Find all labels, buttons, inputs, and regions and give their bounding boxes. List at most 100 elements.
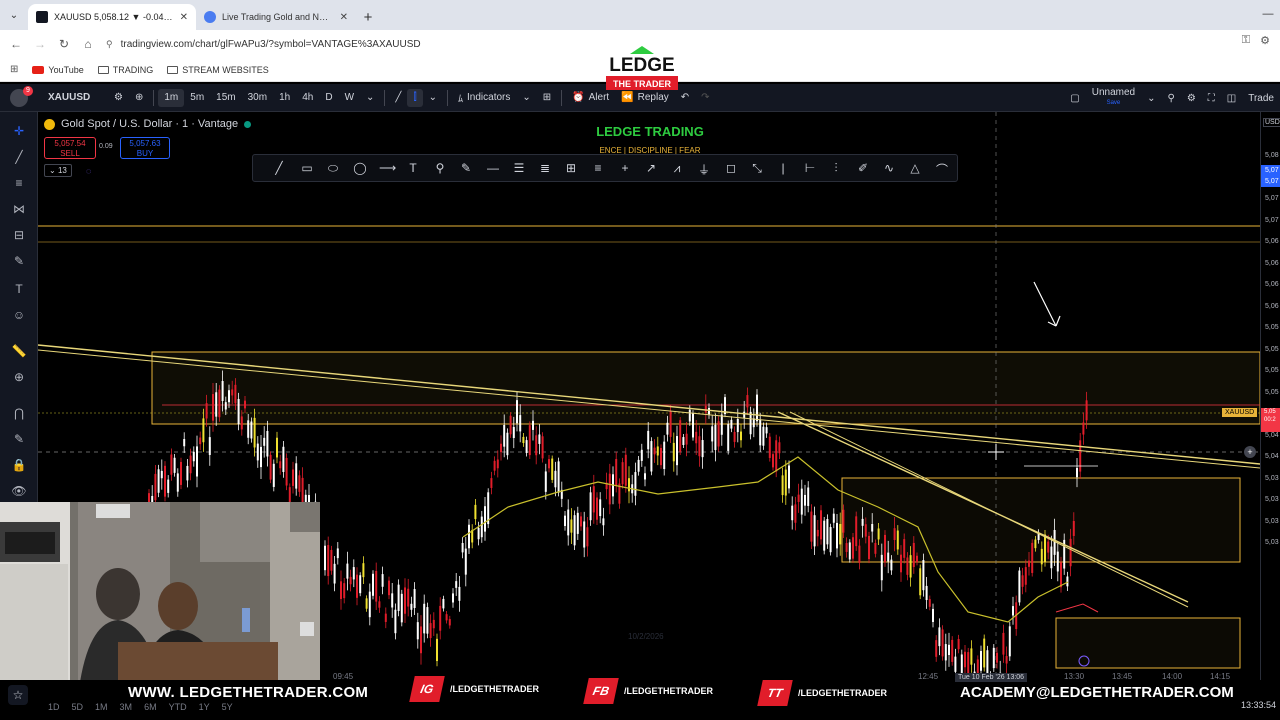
bookmark-youtube[interactable]: YouTube [32,65,84,75]
range-button[interactable]: 3M [120,702,133,712]
interval-w[interactable]: W [339,92,360,103]
emoji-icon[interactable]: ☺ [10,306,28,324]
range-button[interactable]: 6M [144,702,157,712]
brush-icon[interactable]: ✎ [10,252,28,270]
add-alert-icon[interactable]: + [1244,446,1256,458]
zoom-icon[interactable]: ⊕ [10,368,28,386]
ray-tool-icon[interactable]: ⟶ [379,161,396,175]
trade-button[interactable]: Trade [1248,93,1274,104]
compare-icon[interactable]: ⚙ [108,92,129,103]
minimize-icon[interactable]: — [1256,0,1280,28]
interval-30m[interactable]: 30m [242,92,273,103]
avatar[interactable]: 9 [10,85,33,107]
cross-line-icon[interactable]: + [617,161,633,175]
rectangle-tool-icon[interactable]: ▭ [299,161,315,175]
redo-icon[interactable]: ↷ [695,92,715,103]
bookmark-trading[interactable]: TRADING [97,65,153,75]
interval-1m[interactable]: 1m [158,88,185,107]
chevron-down-icon[interactable]: ⌄ [1147,93,1155,104]
indicators-button[interactable]: ﾑ Indicators [452,90,516,105]
settings-icon[interactable]: ⚙ [1260,34,1270,47]
interval-15m[interactable]: 15m [210,92,241,103]
indicators-collapse-button[interactable]: ⌄ 13 [44,164,72,177]
star-icon[interactable]: ☆ [8,685,28,705]
sell-button[interactable]: 5,057.54 SELL [44,137,96,159]
close-icon[interactable]: ✕ [340,12,348,23]
pattern-icon[interactable]: ⋈ [10,200,28,218]
fullscreen-icon[interactable]: ⛶ [1208,93,1215,104]
templates-icon[interactable]: ⊞ [537,92,557,103]
reload-icon[interactable]: ↻ [52,32,76,56]
layout-square-icon[interactable]: ▢ [1070,93,1079,104]
range-button[interactable]: 1Y [199,702,210,712]
crosshair-icon[interactable]: ✛ [10,122,28,140]
eye-icon[interactable]: 👁 [10,482,28,500]
url-field[interactable]: ⚲ tradingview.com/chart/glFwAPu3/?symbol… [106,33,421,55]
range-button[interactable]: 5D [72,702,84,712]
pencil-icon[interactable]: ✐ [855,161,871,175]
arrow-tool-icon[interactable]: ↗ [643,161,659,175]
channel-tool-icon[interactable]: ☰ [511,161,527,175]
text-tool-icon[interactable]: T [405,161,421,175]
ellipse-tool-icon[interactable]: ⬭ [325,161,341,176]
brush-tool-icon[interactable]: ✎ [458,161,474,175]
chevron-down-icon[interactable]: ⌄ [516,92,536,103]
price-scale[interactable]: USD 5,08 5,07 5,07 5,07 5,06 5,06 5,06 5,06 5,05… [1260,112,1280,680]
new-tab-icon[interactable]: + [356,4,380,30]
home-icon[interactable]: ⌂ [76,32,100,56]
symbol-search[interactable]: XAUUSD [48,92,108,103]
line-chart-icon[interactable]: ╱ [389,92,407,103]
buy-button[interactable]: 5,057.63 BUY [120,137,170,159]
text-icon[interactable]: T [10,280,28,298]
tab-live-trading[interactable]: Live Trading Gold and NAS100 ✕ [196,4,356,30]
tab-xauusd[interactable]: XAUUSD 5,058.12 ▼ -0.04% Ur ✕ [28,4,196,30]
ruler-icon[interactable]: 📏 [10,342,28,360]
apps-icon[interactable]: ⊞ [10,64,18,75]
chevron-down-icon[interactable]: ⌄ [360,92,380,103]
forward-icon[interactable]: → [28,32,52,56]
fib-tool-icon[interactable]: ≣ [537,161,553,175]
range-button[interactable]: 5Y [222,702,233,712]
path-tool-icon[interactable]: ⩘ [669,161,685,176]
lock-icon[interactable]: 🔒 [10,456,28,474]
key-icon[interactable]: ⚿ [1242,34,1250,47]
close-icon[interactable]: ✕ [180,12,188,23]
pin-tool-icon[interactable]: ⚲ [432,161,448,175]
price-label-icon[interactable]: ⏚ [696,161,712,178]
range-button[interactable]: 1D [48,702,60,712]
range-button[interactable]: 1M [95,702,108,712]
tab-search-icon[interactable]: ⌄ [0,0,28,30]
interval-1h[interactable]: 1h [273,92,296,103]
arc-tool-icon[interactable]: ⌒ [934,161,950,178]
chevron-down-icon[interactable]: ⌄ [423,92,443,103]
extended-line-icon[interactable]: ⤡ [749,161,765,176]
vertical-line-icon[interactable]: | [775,161,791,175]
forecast-icon[interactable]: ⊟ [10,226,28,244]
magnet-icon[interactable]: ⋂ [10,404,28,422]
bookmark-stream[interactable]: STREAM WEBSITES [167,65,269,75]
callout-icon[interactable]: ◻ [723,161,739,175]
bars-pattern-icon[interactable]: ⫶ [828,161,844,176]
curve-tool-icon[interactable]: ∿ [881,161,897,175]
back-icon[interactable]: ← [4,32,28,56]
fib-retrace-icon[interactable]: ≡ [590,161,606,175]
search-icon[interactable]: ⚲ [1167,93,1174,104]
interval-4h[interactable]: 4h [296,92,319,103]
site-info-icon[interactable]: ⚲ [106,39,113,50]
line-tool-icon[interactable]: ╱ [271,161,287,175]
add-symbol-icon[interactable]: ⊕ [129,92,149,103]
layout-name-button[interactable]: Unnamed Save [1092,88,1135,108]
horizontal-line-icon[interactable]: — [485,161,501,175]
camera-icon[interactable]: ◫ [1227,93,1236,104]
range-button[interactable]: YTD [169,702,187,712]
interval-5m[interactable]: 5m [184,92,210,103]
settings-icon[interactable]: ⚙ [1187,93,1196,104]
lock-draw-icon[interactable]: ✎ [10,430,28,448]
gann-tool-icon[interactable]: ⊞ [563,161,579,175]
fib-icon[interactable]: ≡ [10,174,28,192]
date-range-icon[interactable]: ⊢ [802,161,818,175]
trendline-icon[interactable]: ╱ [10,148,28,166]
interval-d[interactable]: D [319,92,338,103]
candle-chart-icon[interactable]: ⫿ [407,88,423,107]
highlighter-icon[interactable]: △ [907,161,923,175]
